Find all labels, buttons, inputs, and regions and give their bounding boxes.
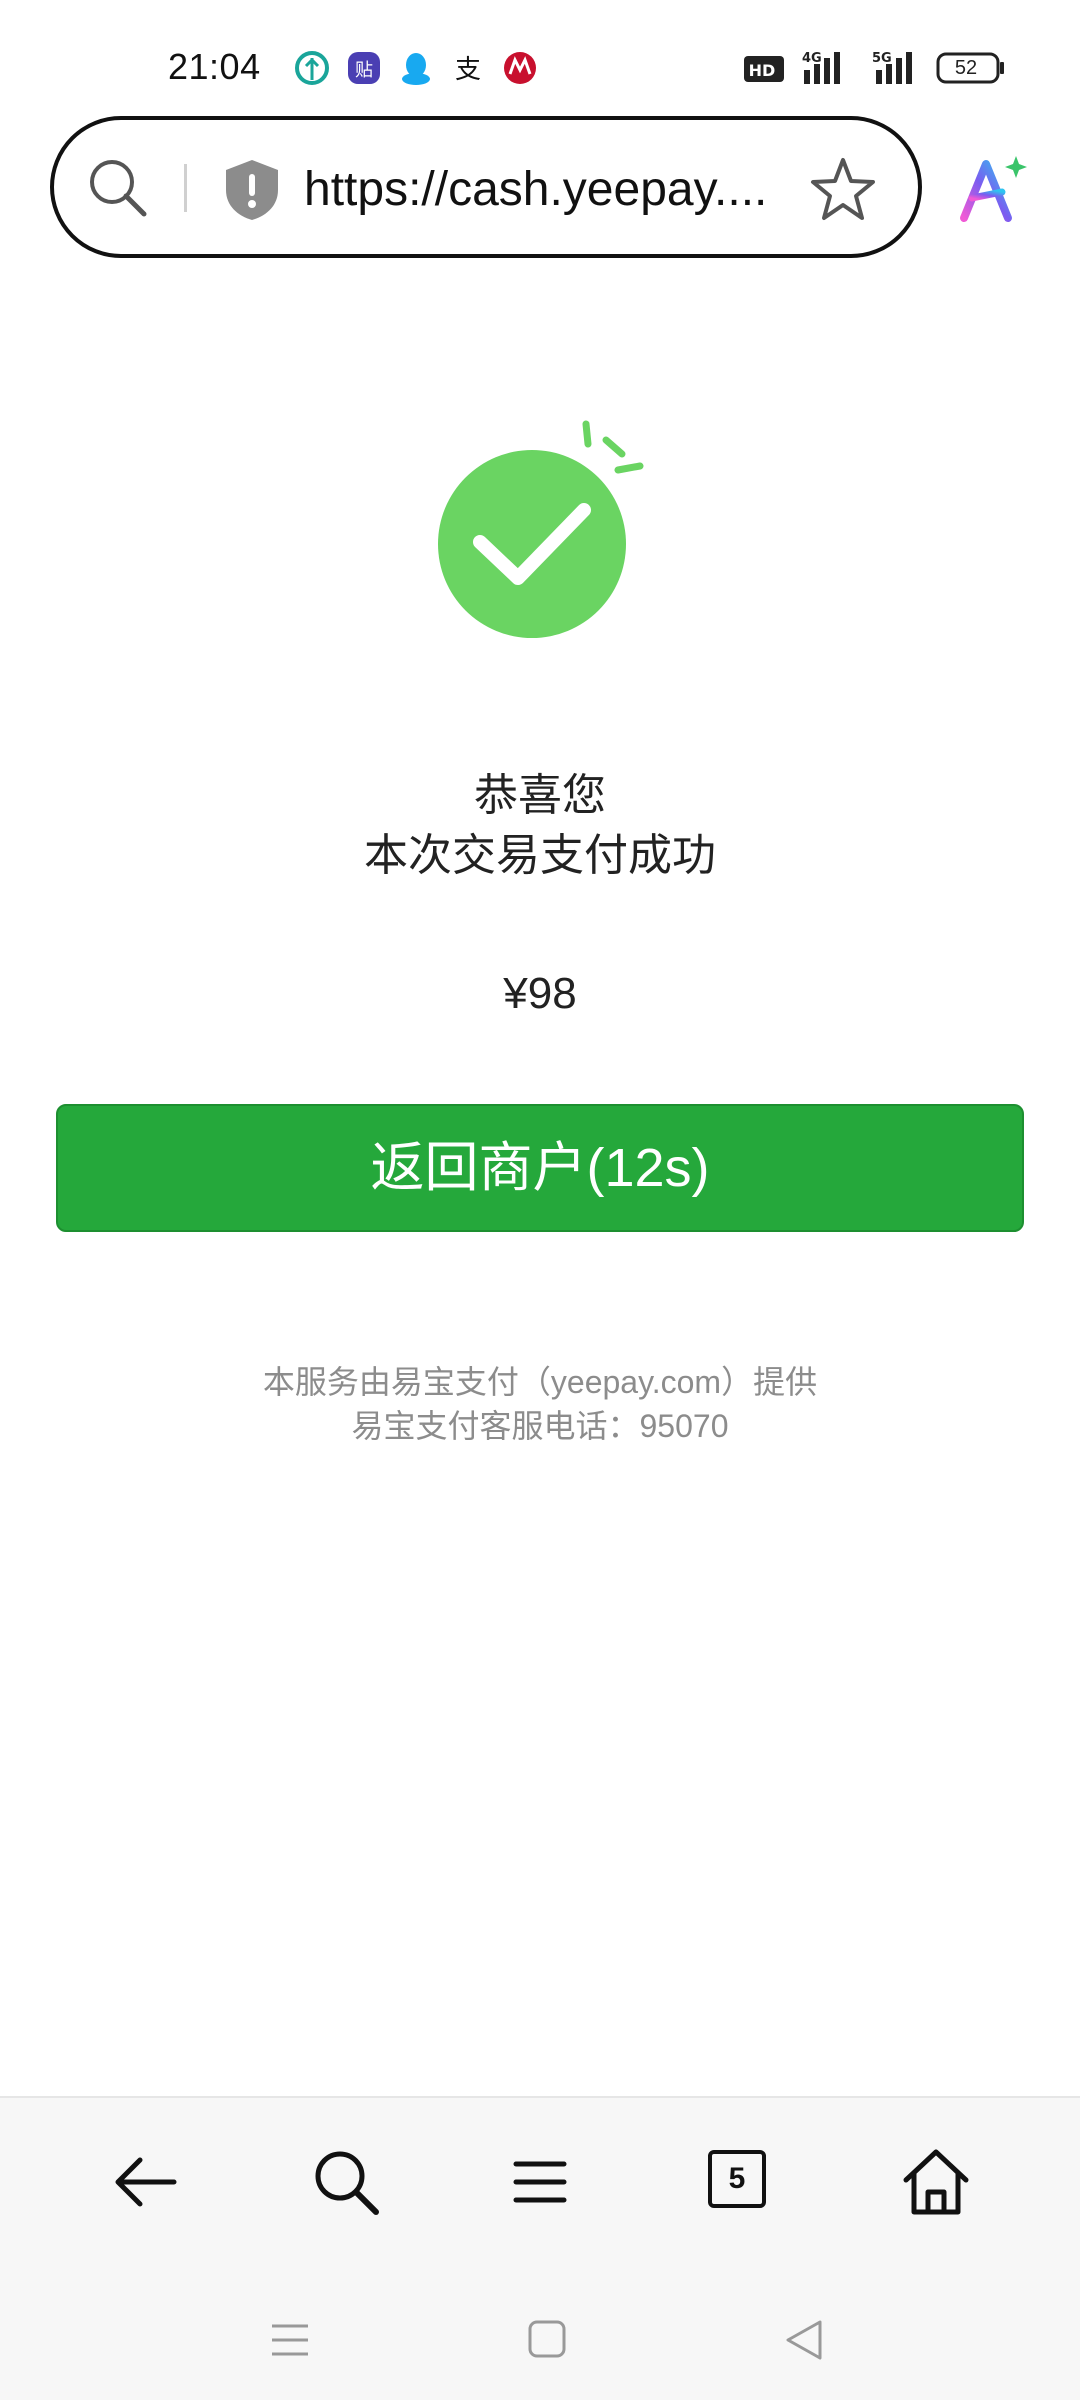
tabs-count: 5 — [708, 2150, 766, 2208]
back-triangle-icon[interactable] — [776, 2312, 832, 2368]
url-text[interactable]: https://cash.yeepay.... — [304, 162, 784, 218]
recents-icon[interactable] — [262, 2312, 318, 2368]
menu-icon[interactable] — [500, 2142, 580, 2222]
alipay-icon: 支 — [448, 48, 488, 88]
ai-assistant-icon[interactable] — [956, 152, 1030, 226]
battery-level: 52 — [954, 57, 978, 79]
bookmark-star-icon[interactable] — [808, 154, 878, 224]
back-icon[interactable] — [108, 2142, 188, 2222]
search-icon[interactable] — [306, 2142, 386, 2222]
success-title: 恭喜您 — [474, 771, 606, 820]
cmb-bank-icon — [500, 48, 540, 88]
success-message: 本次交易支付成功 — [364, 831, 716, 880]
screen: 21:04 贴 支 HD 4G 5G 52 https://cash.yeepa… — [0, 0, 1080, 2400]
home-square-icon[interactable] — [518, 2312, 574, 2368]
svg-text:4G: 4G — [802, 51, 822, 66]
svg-text:贴: 贴 — [355, 60, 373, 81]
address-bar[interactable]: https://cash.yeepay.... — [50, 116, 922, 258]
shield-warning-icon[interactable] — [222, 158, 282, 222]
svg-text:5G: 5G — [872, 51, 892, 66]
eco-app-icon — [292, 48, 332, 88]
status-time: 21:04 — [168, 46, 261, 87]
tabs-icon[interactable]: 5 — [700, 2142, 780, 2222]
search-icon[interactable] — [84, 154, 152, 222]
success-check-icon — [428, 410, 648, 640]
hd-voice-icon: HD — [742, 48, 786, 88]
status-bar: 21:04 贴 支 HD 4G 5G 52 — [0, 0, 1080, 120]
address-divider — [184, 164, 187, 212]
return-to-merchant-button[interactable]: 返回商户(12s) — [56, 1104, 1024, 1232]
tie-app-icon: 贴 — [344, 48, 384, 88]
4g-signal-icon: 4G — [800, 48, 850, 88]
5g-signal-icon: 5G — [862, 48, 922, 88]
qq-icon — [396, 48, 436, 88]
svg-text:HD: HD — [749, 61, 776, 80]
customer-service-phone: 易宝支付客服电话：95070 — [351, 1408, 729, 1444]
payment-amount: ¥98 — [503, 969, 577, 1018]
service-provider-note: 本服务由易宝支付（yeepay.com）提供 — [262, 1364, 818, 1400]
home-icon[interactable] — [896, 2142, 976, 2222]
svg-text:支: 支 — [455, 55, 481, 85]
